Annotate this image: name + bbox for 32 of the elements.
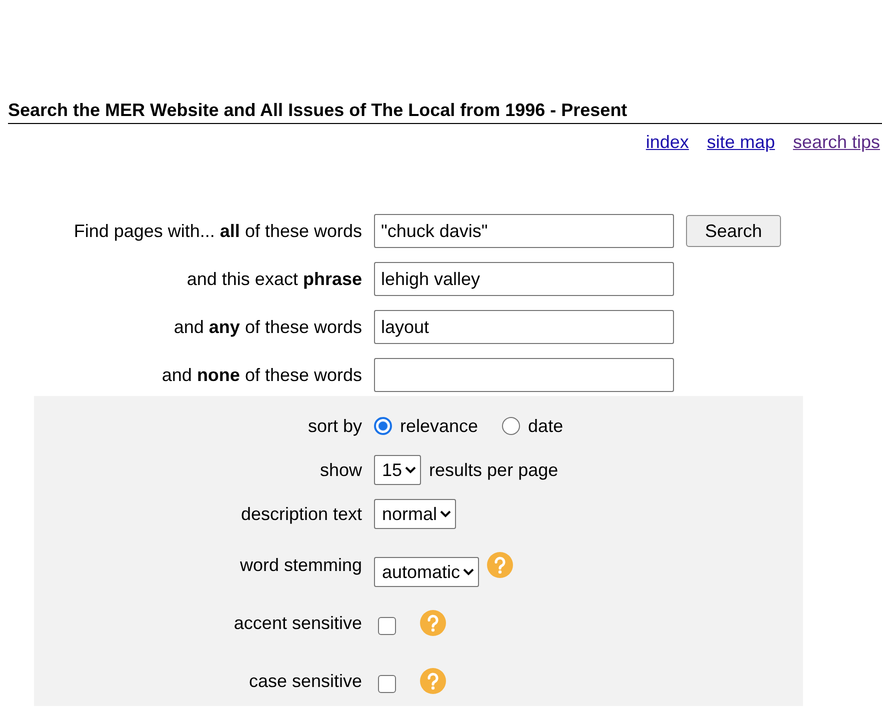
option-label: show	[318, 460, 362, 480]
option-label: case sensitive	[248, 670, 362, 692]
checkbox[interactable]	[378, 617, 396, 635]
dropdown[interactable]: 15	[374, 455, 422, 485]
option-label: sort by	[306, 416, 362, 436]
field-label: and this exact phrase	[186, 268, 362, 290]
nav-link[interactable]: site map	[706, 132, 775, 153]
field-label: and any of these words	[172, 316, 362, 338]
text-field[interactable]: layout	[374, 310, 674, 344]
text-field[interactable]: "chuck davis"	[374, 214, 674, 248]
dropdown[interactable]: automatic	[374, 557, 480, 587]
option-label: description text	[240, 504, 362, 524]
field-label: and none of these words	[160, 364, 362, 386]
option-label: accent sensitive	[232, 612, 362, 634]
text-field[interactable]: lehigh valley	[374, 262, 674, 296]
checkbox[interactable]	[378, 675, 396, 693]
radio-button[interactable]	[374, 417, 392, 435]
nav-link[interactable]: search tips	[792, 132, 880, 153]
caret-icon	[440, 510, 452, 518]
radio-label: date	[528, 416, 564, 436]
option-text: results per page	[429, 460, 558, 480]
text-field[interactable]	[374, 358, 674, 392]
radio-label: relevance	[400, 416, 478, 436]
option-label: word stemming	[238, 554, 362, 576]
dropdown[interactable]: normal	[374, 499, 456, 529]
field-label: Find pages with... all of these words	[72, 220, 362, 242]
caret-icon	[405, 466, 416, 474]
page-title: Search the MER Website and All Issues of The Local from 1996 - Present	[8, 100, 882, 124]
caret-icon	[463, 568, 474, 576]
search-button[interactable]: Search	[686, 215, 782, 247]
nav-link[interactable]: index	[646, 132, 689, 153]
radio-button[interactable]	[502, 417, 520, 435]
